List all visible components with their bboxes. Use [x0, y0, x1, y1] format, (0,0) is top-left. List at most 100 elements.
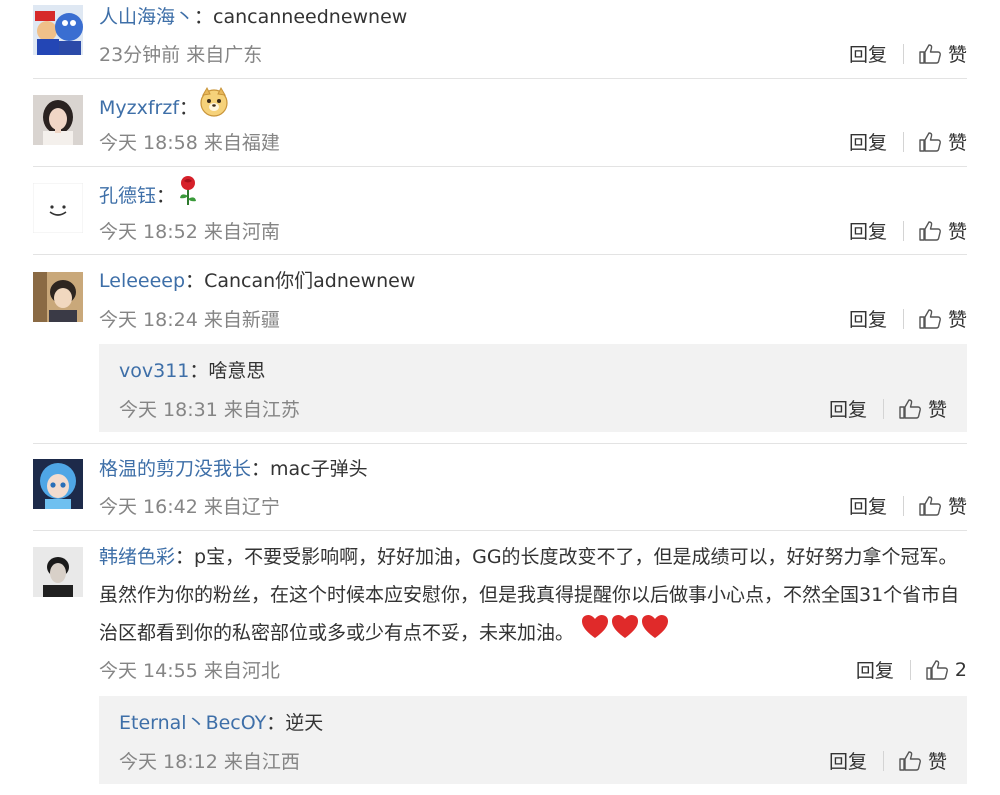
location: 来自辽宁	[203, 496, 280, 518]
divider	[33, 443, 967, 444]
reply-button[interactable]: 回复	[849, 305, 887, 332]
comment-content: 格温的剪刀没我长：mac子弹头	[99, 458, 368, 480]
thumbs-up-icon	[919, 308, 941, 329]
avatar[interactable]	[33, 95, 83, 145]
like-label: 赞	[947, 496, 967, 518]
comment-meta: 今天 16:42 来自辽宁	[99, 492, 280, 519]
username-link[interactable]: Eternal丶BecOY	[119, 712, 266, 734]
subreply-actions: 回复 赞	[829, 747, 947, 774]
thumbs-up-icon	[899, 398, 921, 419]
man-photo	[33, 547, 83, 597]
avatar[interactable]	[33, 183, 83, 233]
avatar[interactable]	[33, 547, 83, 597]
location: 来自广东	[186, 44, 263, 66]
timestamp: 今天 18:52	[99, 221, 198, 243]
username-link[interactable]: vov311	[119, 360, 189, 382]
username-link[interactable]: 孔德钰	[99, 185, 156, 207]
location: 来自河南	[203, 221, 280, 243]
like-button[interactable]: 赞	[918, 217, 967, 244]
subreply-text: 逆天	[285, 712, 324, 734]
comment-meta: 23分钟前 来自广东	[99, 40, 262, 67]
location: 来自新疆	[203, 309, 280, 331]
thumbs-up-icon	[919, 43, 941, 64]
anime-boy	[33, 272, 83, 322]
separator	[882, 398, 884, 419]
comment-meta: 今天 18:24 来自新疆	[99, 305, 280, 332]
like-button[interactable]: 赞	[898, 395, 947, 422]
comment-text: Cancan你们adnewnew	[204, 270, 416, 292]
comment-actions: 回复 赞	[849, 40, 967, 67]
timestamp: 今天 14:55	[99, 660, 198, 682]
timestamp: 今天 18:31	[119, 399, 218, 421]
separator	[902, 308, 904, 329]
comment-meta: 今天 18:58 来自福建	[99, 128, 280, 155]
subreply-actions: 回复 赞	[829, 395, 947, 422]
timestamp: 今天 18:24	[99, 309, 198, 331]
reply-button[interactable]: 回复	[849, 128, 887, 155]
thumbs-up-icon	[919, 131, 941, 152]
separator	[902, 43, 904, 64]
username-link[interactable]: 韩绪色彩	[99, 546, 175, 568]
like-label: 赞	[927, 751, 947, 773]
like-button[interactable]: 2	[925, 659, 967, 681]
comment-text: p宝，不要受影响啊，好好加油，GG的长度改变不了，但是成绩可以，好好努力拿个冠军…	[99, 546, 960, 644]
avatar[interactable]	[33, 272, 83, 322]
subreply-box: vov311：啥意思 今天 18:31 来自江苏 回复 赞	[99, 344, 967, 432]
doge-emoji	[198, 86, 230, 131]
subreply-box: Eternal丶BecOY：逆天 今天 18:12 来自江西 回复 赞	[99, 696, 967, 784]
reply-button[interactable]: 回复	[829, 395, 867, 422]
comment-content: Leleeeep：Cancan你们adnewnew	[99, 270, 416, 292]
comment-text: mac子弹头	[270, 458, 368, 480]
separator	[882, 750, 884, 771]
like-button[interactable]: 赞	[918, 128, 967, 155]
thumbs-up-icon	[919, 495, 941, 516]
reply-button[interactable]: 回复	[849, 217, 887, 244]
timestamp: 今天 16:42	[99, 496, 198, 518]
comment-content: Myzxfrzf：	[99, 86, 230, 131]
comment-text: cancanneednewnew	[213, 6, 408, 28]
comment-actions: 回复 赞	[849, 492, 967, 519]
divider	[33, 254, 967, 255]
subreply-content: Eternal丶BecOY：逆天	[119, 712, 324, 734]
reply-button[interactable]: 回复	[829, 747, 867, 774]
like-button[interactable]: 赞	[918, 305, 967, 332]
subreply-content: vov311：啥意思	[119, 360, 266, 382]
divider	[33, 530, 967, 531]
comment-meta: 今天 14:55 来自河北	[99, 656, 280, 683]
reply-button[interactable]: 回复	[856, 656, 894, 683]
like-label: 赞	[947, 309, 967, 331]
avatar[interactable]	[33, 459, 83, 509]
like-button[interactable]: 赞	[918, 492, 967, 519]
reply-button[interactable]: 回复	[849, 40, 887, 67]
divider	[33, 78, 967, 79]
username-link[interactable]: Leleeeep	[99, 270, 185, 292]
divider	[33, 166, 967, 167]
thumbs-up-icon	[926, 659, 948, 680]
comment-actions: 回复 赞	[849, 128, 967, 155]
reply-button[interactable]: 回复	[849, 492, 887, 519]
thumbs-up-icon	[899, 750, 921, 771]
comment-actions: 回复 赞	[849, 305, 967, 332]
separator	[902, 495, 904, 516]
username-link[interactable]: Myzxfrzf	[99, 97, 179, 119]
like-button[interactable]: 赞	[918, 40, 967, 67]
like-label: 赞	[947, 132, 967, 154]
mario-icon	[33, 5, 83, 55]
like-label: 赞	[947, 221, 967, 243]
subreply-text: 啥意思	[208, 360, 266, 382]
location: 来自福建	[203, 132, 280, 154]
username-link[interactable]: 格温的剪刀没我长	[99, 458, 251, 480]
timestamp: 今天 18:58	[99, 132, 198, 154]
like-button[interactable]: 赞	[898, 747, 947, 774]
avatar[interactable]	[33, 5, 83, 55]
comment-content: 韩绪色彩：p宝，不要受影响啊，好好加油，GG的长度改变不了，但是成绩可以，好好努…	[99, 538, 971, 653]
username-link[interactable]: 人山海海丶	[99, 6, 194, 28]
comment-content: 人山海海丶：cancanneednewnew	[99, 6, 408, 28]
anime-girl	[33, 459, 83, 509]
heart-emoji	[580, 614, 670, 653]
rose-emoji	[175, 174, 201, 219]
like-label: 赞	[947, 44, 967, 66]
comment-actions: 回复 赞	[849, 217, 967, 244]
location: 来自江西	[223, 751, 300, 773]
separator	[902, 131, 904, 152]
